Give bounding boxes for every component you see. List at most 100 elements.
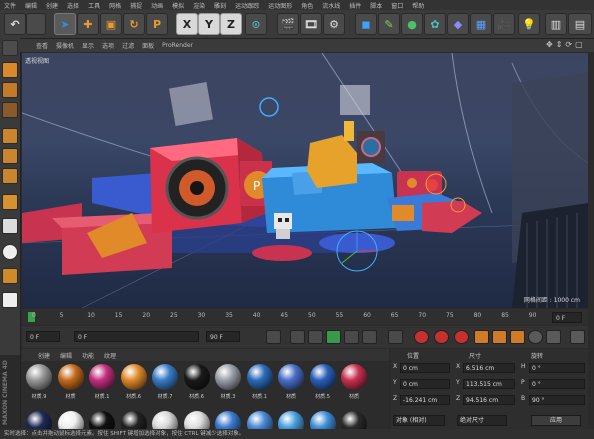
menu-item[interactable]: 文件 [4,1,16,10]
recent-tool-icon[interactable]: P [146,13,168,35]
rotation-field[interactable]: 90 ° [529,395,585,405]
viewport-menu-item[interactable]: 选项 [102,41,114,50]
render-view-icon[interactable]: 🎬 [277,13,299,35]
material-swatch[interactable] [120,364,147,390]
layout-switch-icon[interactable]: ▤ [568,13,592,35]
size-field[interactable]: 113.515 cm [463,379,515,389]
material-swatch[interactable] [152,364,178,390]
viewport-menu-item[interactable]: 显示 [82,41,94,50]
menu-item[interactable]: 流水线 [322,1,340,10]
menu-item[interactable]: 网格 [109,1,121,10]
deformer-icon[interactable]: ◆ [447,13,469,35]
floor-icon[interactable]: ▦ [470,13,492,35]
menu-item[interactable]: 帮助 [412,1,424,10]
x-axis-lock-button[interactable]: X [176,13,198,35]
material-swatch[interactable] [57,364,84,390]
render-picture-viewer-icon[interactable]: 🎞 [300,13,322,35]
pen-spline-icon[interactable]: ✎ [378,13,400,35]
material-swatch[interactable] [309,364,336,390]
menu-item[interactable]: 创建 [46,1,58,10]
viewport-menu-item[interactable]: 查看 [36,41,48,50]
key-position-icon[interactable] [474,330,489,344]
light-icon[interactable]: 💡 [518,13,540,35]
coordinate-system-icon[interactable]: ⊙ [245,13,267,35]
position-field[interactable]: -16.241 cm [400,395,450,405]
menu-item[interactable]: 渲染 [193,1,205,10]
tweak-mode-icon[interactable] [2,218,18,234]
layout-icon[interactable]: ▥ [545,13,567,35]
next-key-icon[interactable] [362,330,377,344]
menu-item[interactable]: 脚本 [370,1,382,10]
record-icon[interactable] [414,330,429,344]
z-axis-lock-button[interactable]: Z [220,13,242,35]
material-swatch[interactable] [246,364,273,390]
start-frame-field[interactable]: 0 F [26,331,60,342]
viewport-menu-item[interactable]: 过滤 [122,41,134,50]
menu-item[interactable]: 选择 [67,1,79,10]
size-field[interactable]: 6.516 cm [463,363,515,373]
texture-mode-icon[interactable] [2,82,18,98]
rotation-field[interactable]: 0 ° [529,363,585,373]
viewport-menu-item[interactable]: 面板 [142,41,154,50]
undo-icon[interactable]: ↶ [4,13,26,35]
menu-item[interactable]: 雕刻 [214,1,226,10]
material-menu-item[interactable]: 纹理 [104,351,116,360]
render-settings-icon[interactable]: ⚙ [323,13,345,35]
menu-item[interactable]: 角色 [301,1,313,10]
snap-icon[interactable] [2,244,18,260]
make-editable-icon[interactable] [2,40,18,56]
camera-icon[interactable]: 🎥 [493,13,515,35]
apply-button[interactable]: 应用 [531,415,581,426]
key-parameter-icon[interactable] [528,330,543,344]
keyframe-selection-icon[interactable] [454,330,469,344]
play-icon[interactable] [326,330,341,344]
menu-item[interactable]: 动画 [151,1,163,10]
key-pla-icon[interactable] [546,330,561,344]
current-frame-field[interactable]: 0 F [74,331,199,342]
rotate-tool-icon[interactable]: ↻ [123,13,145,35]
position-field[interactable]: 0 cm [400,379,450,389]
model-mode-icon[interactable] [2,62,18,78]
redo-icon[interactable] [26,13,46,35]
autokey-icon[interactable] [434,330,449,344]
menu-item[interactable]: 工具 [88,1,100,10]
move-tool-icon[interactable]: ✚ [77,13,99,35]
timeline-end-field[interactable]: 0 F [552,312,582,323]
material-swatch[interactable] [26,364,52,390]
menu-item[interactable]: 运动图形 [268,1,292,10]
select-tool-icon[interactable]: ➤ [54,13,76,35]
menu-item[interactable]: 捕捉 [130,1,142,10]
subdivision-icon[interactable]: ● [401,13,423,35]
cube-icon[interactable]: ◼ [355,13,377,35]
viewport-nav-icons[interactable]: ✥⇕⟳▢ [546,40,586,49]
menu-item[interactable]: 运动跟踪 [235,1,259,10]
rotation-field[interactable]: 0 ° [529,379,585,389]
polygons-mode-icon[interactable] [2,168,18,184]
material-menu-item[interactable]: 创建 [38,351,50,360]
workplane-icon[interactable] [2,102,18,118]
timeline-ruler[interactable]: 0 5 10 15 20 25 30 35 40 45 50 55 60 65 70 75 80 85 90 0 F [22,309,588,325]
timeline-menu-icon[interactable] [570,330,585,344]
axis-mode-icon[interactable] [2,194,18,210]
previous-frame-icon[interactable] [308,330,323,344]
material-swatch[interactable] [89,364,115,390]
key-scale-icon[interactable] [492,330,507,344]
material-swatch[interactable] [215,364,241,390]
perspective-viewport[interactable]: P 透视视图 网格间距 : 1000 cm [22,53,588,308]
go-to-start-icon[interactable] [266,330,281,344]
workplane-lock-icon[interactable] [2,292,18,308]
coordinate-mode-select[interactable]: 对象 (相对) [393,415,445,426]
menu-item[interactable]: 编辑 [25,1,37,10]
next-frame-icon[interactable] [344,330,359,344]
array-icon[interactable]: ✿ [424,13,446,35]
material-swatch[interactable] [341,364,367,390]
points-mode-icon[interactable] [2,128,18,144]
size-field[interactable]: 94.516 cm [463,395,515,405]
material-menu-item[interactable]: 编辑 [60,351,72,360]
menu-item[interactable]: 模拟 [172,1,184,10]
edges-mode-icon[interactable] [2,148,18,164]
scale-tool-icon[interactable]: ▣ [100,13,122,35]
previous-key-icon[interactable] [290,330,305,344]
menu-item[interactable]: 插件 [349,1,361,10]
go-to-end-icon[interactable] [388,330,403,344]
